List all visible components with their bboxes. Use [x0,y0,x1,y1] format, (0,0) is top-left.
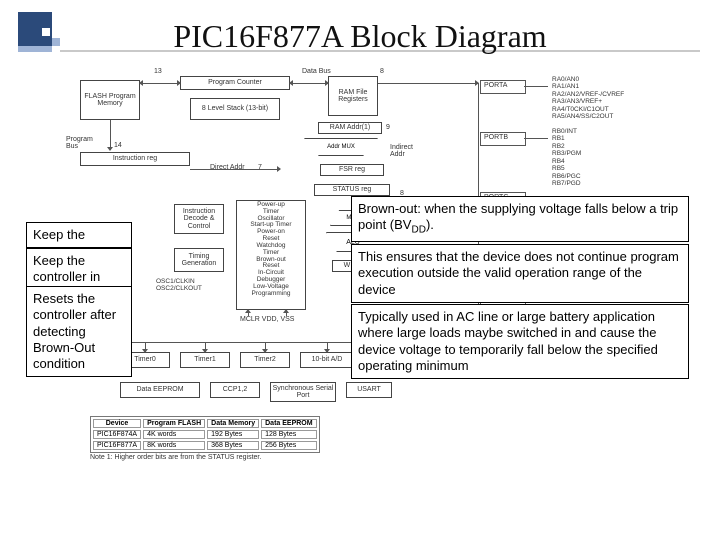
th-datamem: Data Memory [207,419,259,428]
bus-line [140,83,180,84]
timing-gen: Timing Generation [174,248,224,272]
page-title: PIC16F877A Block Diagram [0,18,720,55]
text: Brown-out: when the supplying voltage fa… [358,201,678,232]
bus-line [327,342,328,352]
ccp: CCP1,2 [210,382,260,398]
subscript: DD [411,225,425,236]
ssp: Synchronous Serial Port [270,382,336,402]
addr-mux: Addr MUX [304,138,378,156]
portb-label: PORTB [484,134,508,141]
table-note: Note 1: Higher order bits are from the S… [90,454,261,461]
note-bor: Resets the controller after detecting Br… [26,286,132,377]
bus-line [265,342,266,352]
pin-line [524,86,548,87]
data-bus-label: Data Bus [302,68,331,75]
pin-line [286,310,287,316]
th-eeprom: Data EEPROM [261,419,316,428]
device-table: Device Program FLASH Data Memory Data EE… [90,416,320,453]
pin-line [524,138,548,139]
porta-label: PORTA [484,82,507,89]
ram-addr: RAM Addr(1) [318,122,382,134]
instruction-reg: Instruction reg [80,152,190,166]
bus-width-13: 13 [154,68,162,75]
porta-pins: RA0/AN0 RA1/AN1 RA2/AN2/VREF-/CVREF RA3/… [552,76,624,121]
osc-label: OSC1/CLKIN OSC2/CLKOUT [156,278,202,292]
table-row: PIC16F874A 4K words 192 Bytes 128 Bytes [93,430,317,439]
bus-width-9: 9 [386,124,390,131]
bus-line [290,83,328,84]
portb-pins: RB0/INT RB1 RB2 RB3/PGM RB4 RB5 RB6/PGC … [552,128,581,188]
table-row: PIC16F877A 8K words 368 Bytes 256 Bytes [93,441,317,450]
bus-line [205,342,206,352]
note-keep-2: Keep the controller in [26,248,132,291]
th-device: Device [93,419,141,428]
bus-line [145,342,146,352]
pin-line [248,310,249,316]
mclr-vdd-label: MCLR VDD, VSS [240,316,294,323]
eeprom: Data EEPROM [120,382,200,398]
bus-width-14: 14 [114,142,122,149]
status-reg: STATUS reg [314,184,390,196]
power-list: Power-up Timer Oscillator Start-up Timer… [238,202,304,297]
instr-decode: Instruction Decode & Control [174,204,224,234]
bus-line [110,120,111,150]
note-brownout-ensure: This ensures that the device does not co… [351,244,689,303]
data-bus-line [378,83,478,84]
note-brownout-usage: Typically used in AC line or large batte… [351,304,689,379]
slide: PIC16F877A Block Diagram FLASH Program M… [0,0,720,540]
fsr-reg: FSR reg [320,164,384,176]
flash-block: FLASH Program Memory [80,80,140,120]
note-brownout-def: Brown-out: when the supplying voltage fa… [351,196,689,242]
bus-line [190,169,280,170]
note-keep-1: Keep the [26,222,132,248]
usart: USART [346,382,392,398]
program-bus-label: Program Bus [66,136,93,150]
stack-block: 8 Level Stack (13-bit) [190,98,280,120]
indirect-addr-label: Indirect Addr [390,144,413,158]
program-counter: Program Counter [180,76,290,90]
th-flash: Program FLASH [143,419,205,428]
bus-width-8a: 8 [380,68,384,75]
ram-block: RAM File Registers [328,76,378,116]
text: ). [426,217,434,232]
